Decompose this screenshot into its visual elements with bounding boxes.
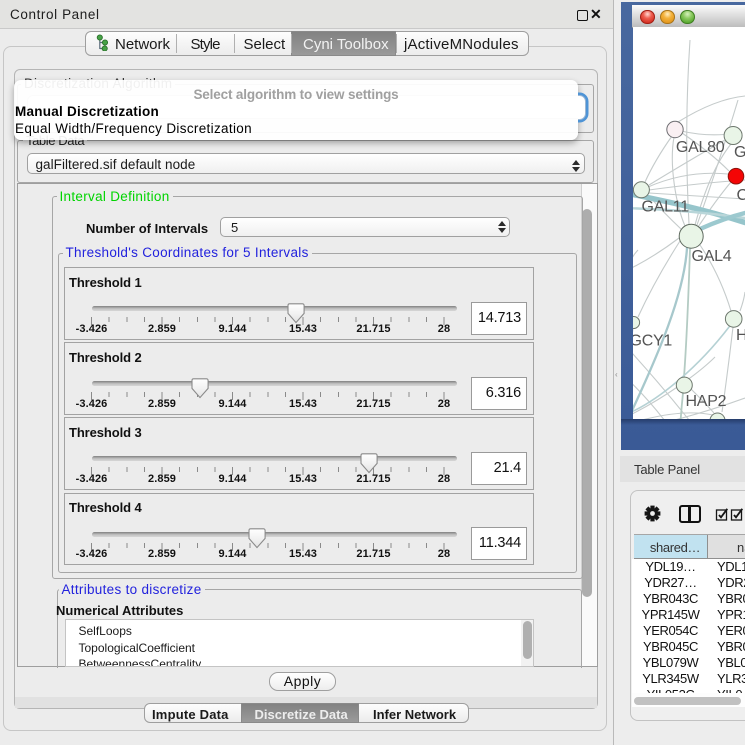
- svg-text:C: C: [737, 187, 745, 204]
- svg-text:H: H: [736, 327, 745, 344]
- svg-text:GCY1: GCY1: [633, 333, 672, 350]
- svg-text:GAL11: GAL11: [642, 199, 690, 216]
- svg-text:GA: GA: [734, 144, 745, 161]
- svg-text:GAL80: GAL80: [676, 139, 725, 156]
- svg-text:HAP2: HAP2: [686, 393, 727, 410]
- svg-text:GAL4: GAL4: [692, 248, 732, 265]
